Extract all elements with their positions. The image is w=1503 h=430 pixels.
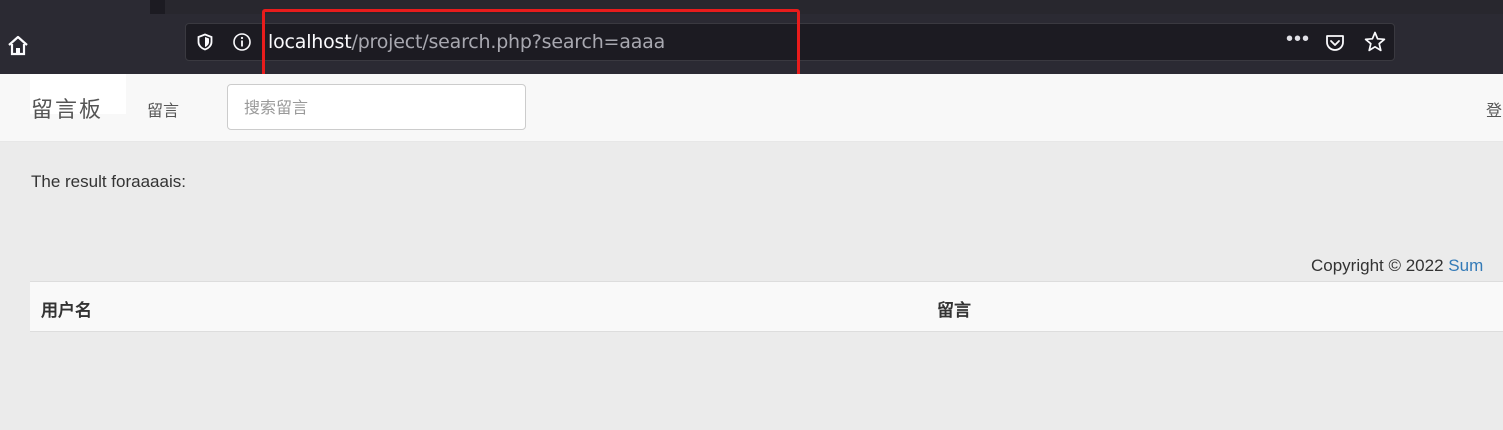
login-link[interactable]: 登 xyxy=(1486,97,1502,121)
active-tab[interactable] xyxy=(0,0,150,14)
more-actions-icon[interactable]: ••• xyxy=(1286,28,1310,51)
copyright-text: Copyright © 2022 xyxy=(1311,256,1449,275)
site-brand[interactable]: 留言板 xyxy=(31,92,103,124)
copyright: Copyright © 2022 Sum xyxy=(1311,256,1483,276)
nav-link-messages[interactable]: 留言 xyxy=(147,97,179,121)
star-icon[interactable] xyxy=(1363,30,1387,54)
shield-icon[interactable] xyxy=(196,33,214,51)
column-header-username: 用户名 xyxy=(41,301,92,321)
search-input[interactable] xyxy=(227,84,526,130)
url-highlight-box xyxy=(262,9,800,82)
table-header-row: 用户名 留言 xyxy=(30,281,1503,332)
home-icon[interactable] xyxy=(6,34,30,58)
search-result-text: The result foraaaais: xyxy=(31,172,186,191)
copyright-link[interactable]: Sum xyxy=(1448,256,1483,275)
site-navbar: 留言板 留言 登 xyxy=(0,74,1503,142)
column-header-message: 留言 xyxy=(937,301,971,321)
info-icon[interactable] xyxy=(232,32,252,52)
pocket-icon[interactable] xyxy=(1324,32,1346,54)
